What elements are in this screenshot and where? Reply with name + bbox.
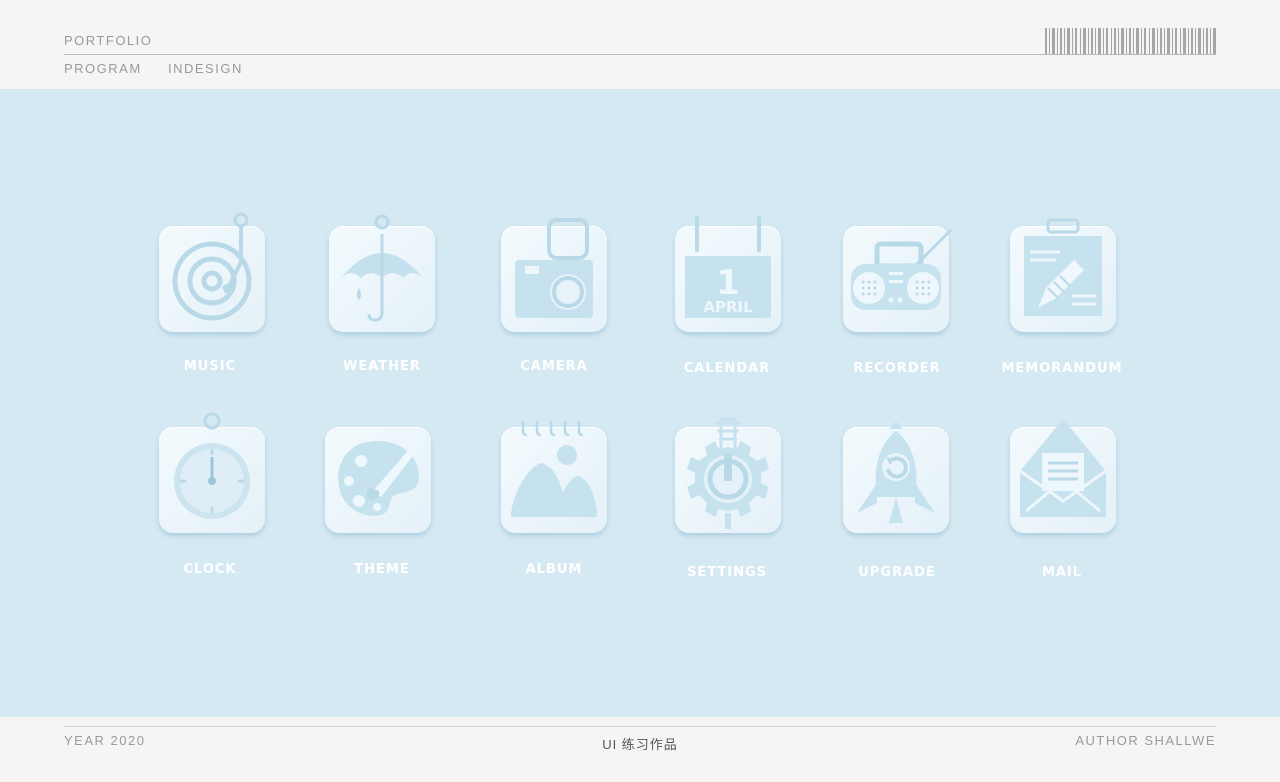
label-music: MUSIC: [183, 359, 237, 374]
rocket-icon: [857, 421, 935, 523]
label-recorder: RECORDER: [853, 361, 941, 376]
app-tile-clock[interactable]: [159, 412, 265, 533]
nav-indesign[interactable]: INDESIGN: [168, 61, 243, 76]
icon-showcase: MUSIC WEATHER CAMERA 1 APRIL CALENDAR RE…: [0, 89, 1280, 717]
app-tile-theme[interactable]: [325, 427, 431, 533]
nav-program[interactable]: PROGRAM: [64, 61, 142, 76]
clock-icon: [174, 412, 250, 519]
label-calendar: CALENDAR: [683, 361, 771, 376]
app-tile-weather[interactable]: [329, 214, 435, 332]
photo-album-icon: [511, 421, 597, 517]
label-album: ALBUM: [525, 562, 583, 577]
app-tile-upgrade[interactable]: [843, 421, 949, 533]
camera-icon: [515, 218, 593, 318]
portfolio-title: PORTFOLIO: [64, 33, 153, 48]
palette-icon: [338, 431, 429, 516]
app-tile-album[interactable]: [501, 421, 607, 533]
calendar-month: APRIL: [703, 298, 753, 316]
label-memorandum: MEMORANDUM: [1001, 361, 1123, 376]
label-camera: CAMERA: [520, 359, 588, 374]
footer-author: AUTHOR SHALLWE: [1075, 733, 1216, 748]
calendar-icon: 1 APRIL: [685, 216, 771, 318]
header-divider: [64, 54, 1216, 55]
envelope-icon: [1019, 419, 1107, 517]
label-upgrade: UPGRADE: [858, 565, 936, 580]
gear-icon: [687, 417, 769, 529]
umbrella-icon: [341, 214, 423, 322]
app-tile-recorder[interactable]: [843, 226, 953, 332]
record-player-icon: [172, 212, 252, 321]
app-tile-mail[interactable]: [1010, 419, 1116, 533]
radio-icon: [851, 228, 953, 310]
memo-pencil-icon: [1024, 218, 1102, 316]
label-clock: CLOCK: [183, 562, 237, 577]
app-tile-calendar[interactable]: 1 APRIL: [675, 216, 781, 332]
app-tile-camera[interactable]: [501, 218, 607, 332]
label-weather: WEATHER: [343, 359, 421, 374]
barcode-graphic: [1045, 28, 1216, 54]
app-tile-music[interactable]: [159, 212, 265, 332]
header: PORTFOLIO PROGRAM INDESIGN: [0, 0, 1280, 89]
label-settings: SETTINGS: [686, 565, 768, 580]
label-theme: THEME: [354, 562, 410, 577]
app-tile-memorandum[interactable]: [1010, 218, 1116, 332]
app-tile-settings[interactable]: [675, 417, 781, 533]
label-mail: MAIL: [1041, 565, 1083, 580]
calendar-day: 1: [716, 263, 740, 303]
footer-divider: [64, 726, 1216, 727]
